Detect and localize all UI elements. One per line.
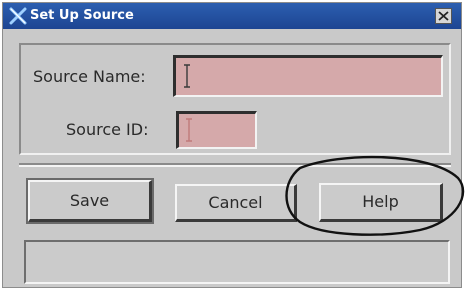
- close-icon: [438, 11, 449, 21]
- text-cursor-icon: [186, 118, 192, 142]
- source-name-label: Source Name:: [33, 67, 146, 86]
- divider-highlight: [19, 165, 451, 167]
- x-logo-icon: [9, 7, 27, 25]
- window-title: Set Up Source: [30, 8, 134, 23]
- source-id-label: Source ID:: [66, 120, 149, 139]
- set-up-source-dialog: Set Up Source Source Name: Source ID: Sa…: [2, 2, 462, 288]
- help-button[interactable]: Help: [319, 183, 443, 222]
- close-button[interactable]: [435, 8, 452, 24]
- save-button[interactable]: Save: [28, 180, 152, 222]
- text-cursor-icon: [184, 64, 190, 88]
- source-name-input[interactable]: [173, 55, 443, 97]
- cancel-button[interactable]: Cancel: [175, 184, 297, 222]
- status-bar: [24, 240, 450, 284]
- title-bar[interactable]: Set Up Source: [3, 3, 461, 29]
